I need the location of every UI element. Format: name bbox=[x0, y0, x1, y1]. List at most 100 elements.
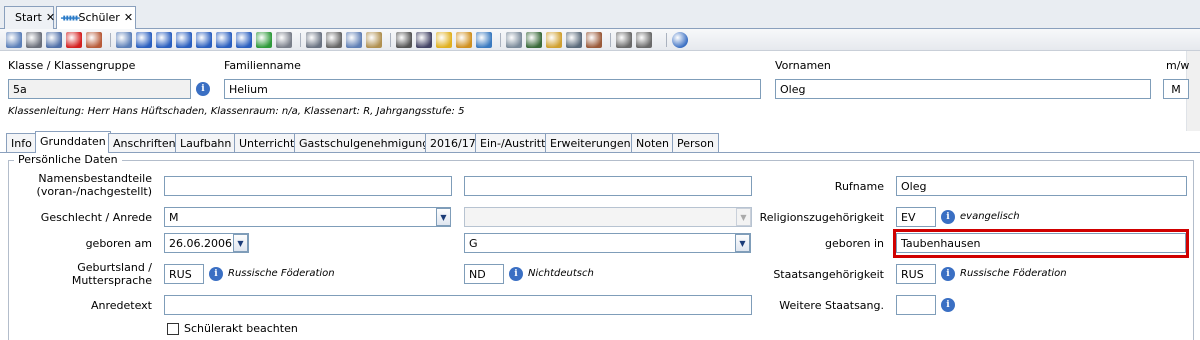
tab-person[interactable]: Person bbox=[672, 133, 719, 153]
tab-erweiterungen[interactable]: Erweiterungen bbox=[545, 133, 636, 153]
toolbar bbox=[0, 29, 1200, 51]
religion-label: Religionszugehörigkeit bbox=[759, 211, 884, 224]
print-icon[interactable] bbox=[396, 32, 412, 48]
next-record-icon[interactable] bbox=[196, 32, 212, 48]
name-suffix-field[interactable] bbox=[464, 176, 752, 196]
gender-short-field[interactable]: M bbox=[1163, 79, 1189, 99]
export-icon[interactable] bbox=[546, 32, 562, 48]
nationality-label: Staatsangehörigkeit bbox=[773, 268, 884, 281]
name-parts-label-line1: Namensbestandteile bbox=[38, 172, 152, 185]
lastname-label: Familienname bbox=[224, 59, 301, 72]
contact-card-icon[interactable] bbox=[586, 32, 602, 48]
toolbar-separator bbox=[610, 33, 611, 47]
save-icon[interactable] bbox=[26, 32, 42, 48]
copy-icon[interactable] bbox=[346, 32, 362, 48]
grid-icon[interactable] bbox=[566, 32, 582, 48]
country-label-line1: Geburtsland / bbox=[77, 261, 152, 274]
hint-icon[interactable] bbox=[436, 32, 452, 48]
toolbar-separator bbox=[390, 33, 391, 47]
next-page-icon[interactable] bbox=[216, 32, 232, 48]
cancel-edit-icon[interactable] bbox=[86, 32, 102, 48]
chevron-down-icon[interactable]: ▼ bbox=[436, 208, 451, 226]
more-nationality-field[interactable] bbox=[896, 295, 936, 315]
tab-start-label: Start bbox=[15, 11, 42, 24]
name-parts-label: Namensbestandteile (voran-/nachgestellt) bbox=[30, 172, 152, 198]
info-icon[interactable]: i bbox=[941, 210, 955, 224]
close-icon[interactable]: ✕ bbox=[46, 11, 55, 24]
back-arrow-icon[interactable] bbox=[306, 32, 322, 48]
list-icon[interactable] bbox=[276, 32, 292, 48]
language-text: Nichtdeutsch bbox=[528, 268, 594, 279]
preview-icon[interactable] bbox=[416, 32, 432, 48]
info-icon[interactable]: i bbox=[941, 267, 955, 281]
schuelerakt-label: Schülerakt beachten bbox=[184, 322, 298, 335]
tab-noten[interactable]: Noten bbox=[631, 133, 675, 153]
tab-grunddaten[interactable]: Grunddaten bbox=[35, 131, 111, 154]
prev-page-icon[interactable] bbox=[156, 32, 172, 48]
info-icon[interactable]: i bbox=[941, 298, 955, 312]
tab-schueler-label: Schüler bbox=[78, 11, 120, 24]
name-prefix-field[interactable] bbox=[164, 176, 452, 196]
anrede-field[interactable] bbox=[164, 295, 752, 315]
rufname-field[interactable]: Oleg bbox=[896, 176, 1187, 196]
info-icon[interactable]: i bbox=[209, 267, 223, 281]
prev-record-icon[interactable] bbox=[176, 32, 192, 48]
class-field[interactable]: 5a bbox=[8, 79, 191, 99]
gender-select[interactable]: M bbox=[164, 207, 451, 227]
history-icon[interactable] bbox=[476, 32, 492, 48]
name-parts-label-line2: (voran-/nachgestellt) bbox=[36, 185, 152, 198]
tab-gastschulgenehmigung[interactable]: Gastschulgenehmigung bbox=[294, 133, 435, 153]
tab-unterricht[interactable]: Unterricht bbox=[234, 133, 300, 153]
lastname-field[interactable]: Helium bbox=[224, 79, 761, 99]
close-icon[interactable]: ✕ bbox=[124, 11, 133, 24]
delete-icon[interactable] bbox=[66, 32, 82, 48]
info-icon[interactable]: i bbox=[196, 82, 210, 96]
birthplace-label: geboren in bbox=[824, 237, 884, 250]
chevron-down-icon[interactable]: ▼ bbox=[735, 234, 750, 252]
tab-start[interactable]: Start ✕ bbox=[4, 6, 55, 29]
more-nationality-label: Weitere Staatsang. bbox=[779, 299, 884, 312]
nationality-code-field[interactable]: RUS bbox=[896, 264, 936, 284]
help-icon[interactable] bbox=[672, 32, 688, 48]
user-icon[interactable] bbox=[526, 32, 542, 48]
new-icon[interactable] bbox=[6, 32, 22, 48]
rufname-label: Rufname bbox=[834, 180, 884, 193]
tab-schueler[interactable]: ᚔ Schüler ✕ bbox=[56, 6, 136, 30]
broom-icon[interactable] bbox=[456, 32, 472, 48]
students-icon: ᚔ bbox=[61, 13, 80, 24]
country-label: Geburtsland / Muttersprache bbox=[40, 261, 152, 287]
undo-icon[interactable] bbox=[46, 32, 62, 48]
salutation-select bbox=[464, 207, 752, 227]
home-icon[interactable] bbox=[616, 32, 632, 48]
tab-info[interactable]: Info bbox=[6, 133, 37, 153]
religion-text: evangelisch bbox=[960, 211, 1020, 222]
refresh-icon[interactable] bbox=[256, 32, 272, 48]
schuelerakt-checkbox[interactable] bbox=[167, 323, 179, 335]
nationality-text: Russische Föderation bbox=[960, 268, 1067, 279]
tab-laufbahn[interactable]: Laufbahn bbox=[175, 133, 237, 153]
firstname-field[interactable]: Oleg bbox=[775, 79, 1151, 99]
toolbar-separator bbox=[500, 33, 501, 47]
chevron-down-icon[interactable]: ▼ bbox=[233, 234, 248, 252]
toolbar-separator bbox=[300, 33, 301, 47]
tab-ein-austritt[interactable]: Ein-/Austritt bbox=[475, 133, 551, 153]
home-alt-icon[interactable] bbox=[636, 32, 652, 48]
cut-icon[interactable] bbox=[326, 32, 342, 48]
paste-icon[interactable] bbox=[366, 32, 382, 48]
language-code-field[interactable]: ND bbox=[464, 264, 504, 284]
first-record-icon[interactable] bbox=[136, 32, 152, 48]
document-tab-bar: Start ✕ ᚔ Schüler ✕ bbox=[0, 0, 1200, 30]
last-record-icon[interactable] bbox=[236, 32, 252, 48]
toolbar-separator bbox=[666, 33, 667, 47]
info-icon[interactable]: i bbox=[509, 267, 523, 281]
tab-schuljahr[interactable]: 2016/17 bbox=[425, 133, 481, 153]
birth-select[interactable]: G bbox=[464, 233, 751, 253]
copy-record-icon[interactable] bbox=[116, 32, 132, 48]
database-icon[interactable] bbox=[506, 32, 522, 48]
class-label: Klasse / Klassengruppe bbox=[8, 59, 136, 72]
religion-code-field[interactable]: EV bbox=[896, 207, 936, 227]
tab-anschriften[interactable]: Anschriften bbox=[108, 133, 181, 153]
class-info-text: Klassenleitung: Herr Hans Hüftschaden, K… bbox=[8, 106, 465, 117]
firstname-label: Vornamen bbox=[775, 59, 831, 72]
country-code-field[interactable]: RUS bbox=[164, 264, 204, 284]
